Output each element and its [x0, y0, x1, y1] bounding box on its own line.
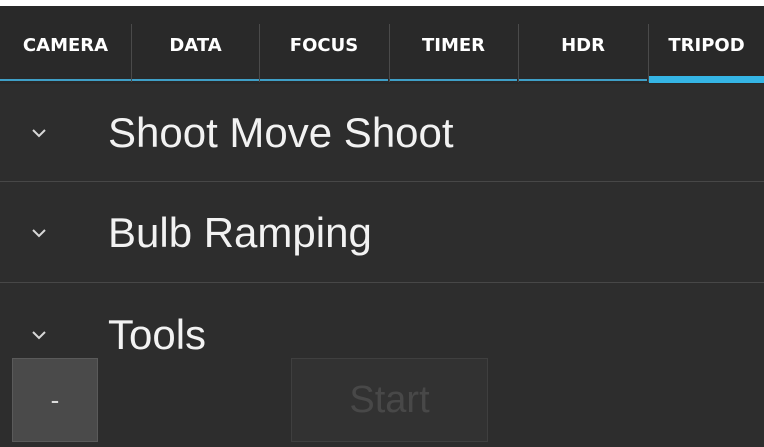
section-label: Shoot Move Shoot	[108, 109, 454, 156]
start-button-label: Start	[349, 378, 430, 421]
minus-button-label: -	[50, 384, 60, 415]
tab-label: TIMER	[421, 34, 486, 56]
tab-label: DATA	[169, 34, 222, 56]
tab-bar: CAMERA DATA FOCUS TIMER HDR TRIPOD	[0, 6, 764, 84]
tab-underline	[519, 79, 647, 81]
divider	[0, 181, 764, 182]
tab-label: HDR	[561, 34, 605, 56]
section-label: Bulb Ramping	[108, 209, 372, 256]
app-window: CAMERA DATA FOCUS TIMER HDR TRIPOD Shoot…	[0, 0, 764, 447]
chevron-down-icon	[32, 331, 46, 340]
tab-hdr[interactable]: HDR	[519, 6, 647, 84]
tab-underline	[260, 79, 388, 81]
tab-focus[interactable]: FOCUS	[260, 6, 388, 84]
tab-underline	[0, 79, 131, 81]
divider	[0, 282, 764, 283]
start-button[interactable]: Start	[291, 358, 488, 442]
tab-label: CAMERA	[22, 34, 109, 56]
tab-camera[interactable]: CAMERA	[0, 6, 131, 84]
chevron-down-icon	[32, 129, 46, 138]
tab-label: TRIPOD	[668, 34, 745, 56]
tab-data[interactable]: DATA	[132, 6, 259, 84]
chevron-down-icon	[32, 229, 46, 238]
minus-button[interactable]: -	[12, 358, 98, 442]
section-label: Tools	[108, 311, 207, 358]
tab-label: FOCUS	[289, 34, 359, 56]
section-shoot-move-shoot[interactable]: Shoot Move Shoot	[0, 84, 764, 182]
section-bulb-ramping[interactable]: Bulb Ramping	[0, 184, 764, 282]
tab-timer[interactable]: TIMER	[390, 6, 517, 84]
tab-active-indicator	[649, 76, 764, 83]
tab-underline	[390, 79, 517, 81]
tab-tripod[interactable]: TRIPOD	[649, 6, 764, 84]
tab-underline	[132, 79, 259, 81]
